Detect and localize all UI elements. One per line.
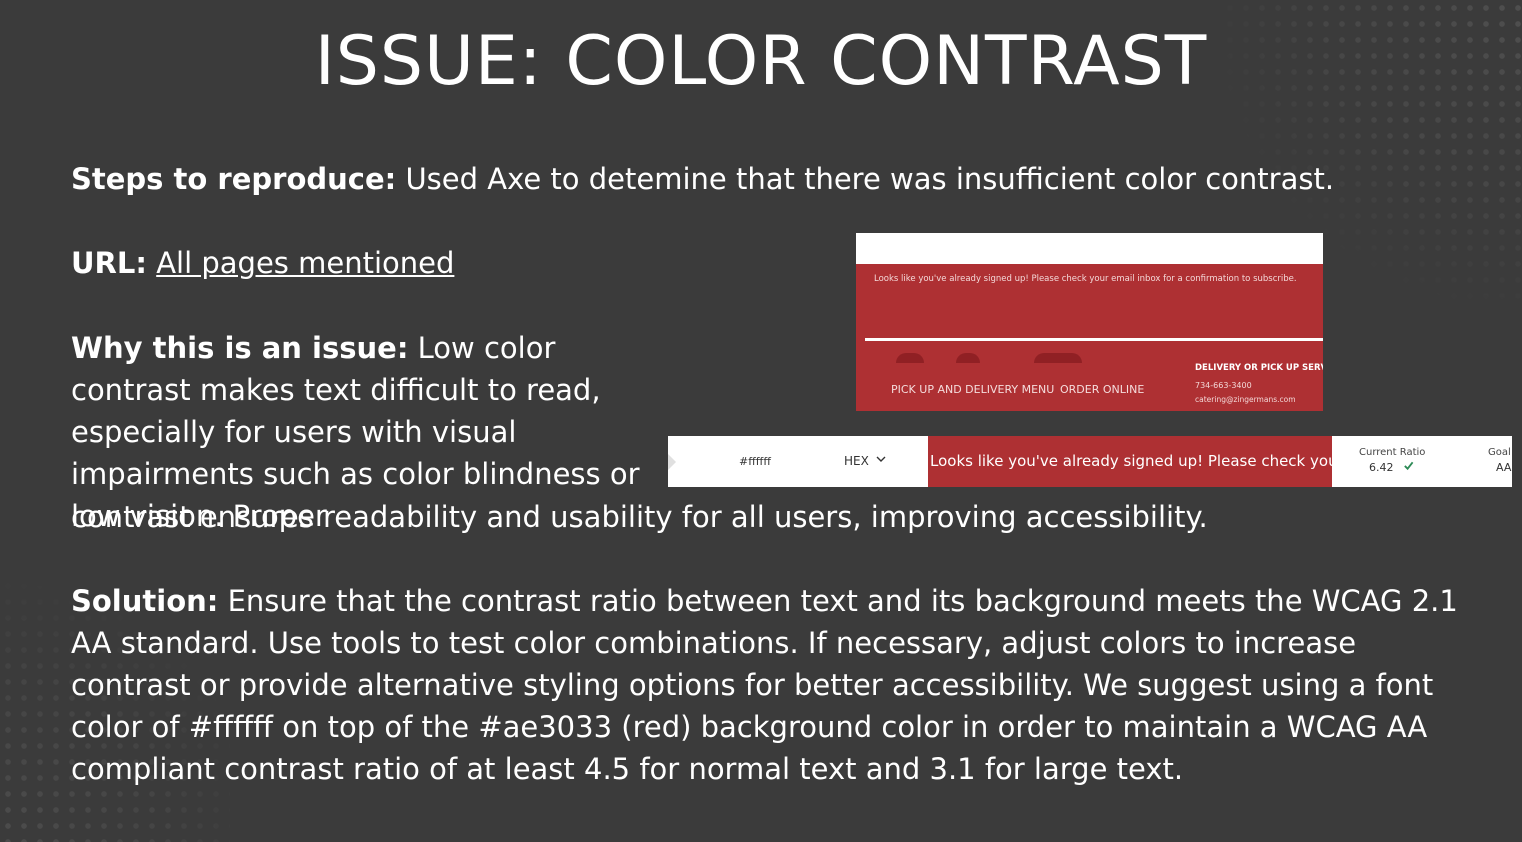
contrast-preview: Looks like you've already signed up! Ple…: [928, 436, 1332, 487]
email-address: catering@zingermans.com: [1195, 395, 1296, 404]
nav-link-pickup-delivery-menu: PICK UP AND DELIVERY MENU: [891, 383, 1055, 396]
chevron-down-icon: [876, 454, 886, 467]
decorative-shape: [896, 353, 924, 363]
steps-paragraph: Steps to reproduce: Used Axe to detemine…: [71, 158, 1471, 200]
decorative-shape: [1034, 353, 1082, 363]
solution-text: Ensure that the contrast ratio between t…: [71, 584, 1458, 786]
phone-number: 734-663-3400: [1195, 381, 1252, 390]
url-link[interactable]: All pages mentioned: [156, 246, 454, 280]
solution-label: Solution:: [71, 584, 219, 618]
divider-line: [865, 338, 1323, 341]
signup-message: Looks like you've already signed up! Ple…: [874, 274, 1297, 284]
steps-text: Used Axe to detemine that there was insu…: [396, 162, 1335, 196]
color-swatch-notch: [668, 454, 676, 470]
current-ratio-label: Current Ratio: [1359, 447, 1426, 458]
screenshot-white-bar: [856, 233, 1323, 264]
contrast-checker-screenshot: #ffffff HEX Looks like you've already si…: [668, 436, 1512, 487]
goal-value: AA: [1496, 461, 1512, 474]
hex-value: #ffffff: [739, 455, 771, 468]
goal-label: Goal: [1488, 447, 1511, 458]
steps-label: Steps to reproduce:: [71, 162, 397, 196]
slide-title: ISSUE: COLOR CONTRAST: [314, 22, 1208, 101]
solution-paragraph: Solution: Ensure that the contrast ratio…: [71, 580, 1461, 790]
checkmark-icon: [1403, 460, 1414, 474]
current-ratio-value: 6.42: [1369, 461, 1394, 474]
why-label: Why this is an issue:: [71, 331, 409, 365]
delivery-heading: DELIVERY OR PICK UP SERVI: [1195, 363, 1323, 373]
decorative-shape: [956, 353, 980, 363]
website-screenshot: Looks like you've already signed up! Ple…: [856, 233, 1323, 411]
format-select-label: HEX: [844, 454, 869, 468]
nav-link-order-online: ORDER ONLINE: [1060, 383, 1145, 396]
why-paragraph-continued: contrast ensures readability and usabili…: [71, 500, 1208, 534]
url-label: URL:: [71, 246, 147, 280]
url-paragraph: URL: All pages mentioned: [71, 242, 671, 284]
